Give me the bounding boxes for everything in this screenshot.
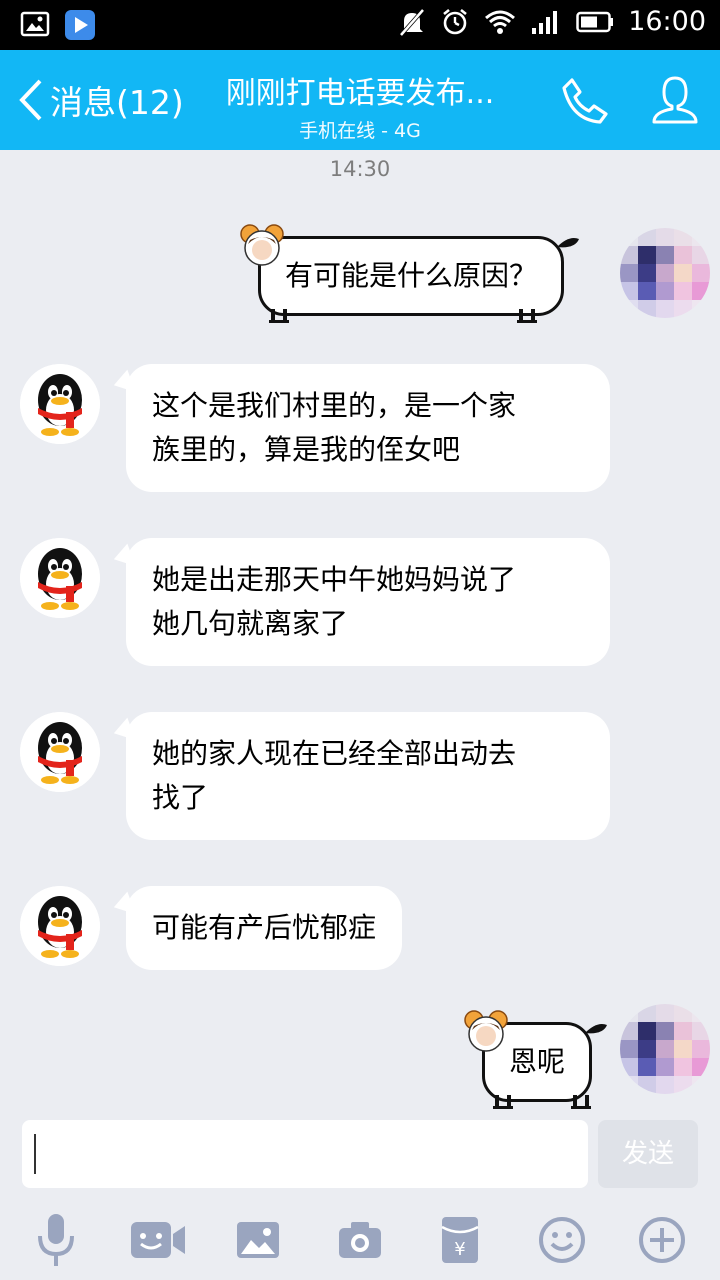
voice-button[interactable] xyxy=(26,1208,86,1272)
red-packet-icon: ¥ xyxy=(441,1217,479,1263)
incoming-message[interactable]: 她是出走那天中午她妈妈说了 她几句就离家了 xyxy=(126,538,610,666)
text-cursor xyxy=(34,1134,36,1174)
contact-info[interactable]: 刚刚打电话要发布... 手机在线 - 4G xyxy=(200,68,520,143)
video-icon xyxy=(131,1222,185,1258)
message-line: 可能有产后忧郁症 xyxy=(152,911,377,944)
video-button[interactable] xyxy=(128,1208,188,1272)
message-line: 这个是我们村里的，是一个家 xyxy=(152,389,517,422)
alarm-icon xyxy=(443,8,467,34)
plus-icon xyxy=(639,1217,685,1263)
clock: 16:00 xyxy=(628,6,706,37)
message-input[interactable] xyxy=(22,1120,588,1188)
camera-button[interactable] xyxy=(330,1208,390,1272)
gallery-notification-icon xyxy=(20,11,50,37)
message-line: 族里的，算是我的侄女吧 xyxy=(152,433,461,466)
message-text: 恩呢 xyxy=(509,1045,566,1078)
back-button[interactable]: 消息(12) xyxy=(18,78,184,122)
photo-button[interactable] xyxy=(228,1208,288,1272)
more-button[interactable] xyxy=(632,1208,692,1272)
incoming-message[interactable]: 可能有产后忧郁症 xyxy=(126,886,403,970)
wifi-icon xyxy=(485,10,516,34)
incoming-message[interactable]: 她的家人现在已经全部出动去 找了 xyxy=(126,712,610,840)
penguin-avatar[interactable] xyxy=(20,364,100,444)
online-status: 手机在线 - 4G xyxy=(299,120,421,142)
video-player-notification-icon xyxy=(65,10,95,40)
svg-text:¥: ¥ xyxy=(454,1239,465,1260)
penguin-avatar[interactable] xyxy=(20,886,100,966)
camera-icon xyxy=(339,1222,381,1258)
penguin-avatar[interactable] xyxy=(20,538,100,618)
contact-name: 刚刚打电话要发布... xyxy=(225,76,495,111)
my-avatar[interactable] xyxy=(620,1004,710,1094)
mute-icon xyxy=(399,8,425,36)
incoming-message[interactable]: 这个是我们村里的，是一个家 族里的，算是我的侄女吧 xyxy=(126,364,610,492)
bubble-ear-decoration xyxy=(585,1024,608,1034)
message-line: 她是出走那天中午她妈妈说了 xyxy=(152,563,517,596)
my-avatar[interactable] xyxy=(620,228,710,318)
chat-header: 消息(12) 刚刚打电话要发布... 手机在线 - 4G xyxy=(0,50,720,150)
message-line: 她几句就离家了 xyxy=(152,607,349,640)
phone-call-icon[interactable] xyxy=(560,76,610,126)
signal-icon xyxy=(532,10,558,34)
emoji-button[interactable] xyxy=(532,1208,592,1272)
bubble-legs-decoration xyxy=(269,309,537,323)
chevron-left-icon xyxy=(19,79,42,121)
emoji-icon xyxy=(539,1217,585,1263)
message-timestamp: 14:30 xyxy=(329,157,391,181)
message-line: 找了 xyxy=(152,781,209,814)
bubble-legs-decoration xyxy=(493,1095,591,1109)
input-toolbar: ¥ xyxy=(0,1208,720,1274)
back-label: 消息(12) xyxy=(50,83,184,122)
boy-sticker-icon xyxy=(240,224,284,266)
red-packet-button[interactable]: ¥ xyxy=(430,1208,490,1272)
boy-sticker-icon xyxy=(464,1010,508,1052)
message-line: 她的家人现在已经全部出动去 xyxy=(152,737,517,770)
penguin-avatar[interactable] xyxy=(20,712,100,792)
bubble-ear-decoration xyxy=(557,238,580,248)
status-bar: 16:00 xyxy=(0,0,720,50)
profile-icon[interactable] xyxy=(650,74,700,126)
outgoing-message[interactable]: 有可能是什么原因？ xyxy=(258,236,580,323)
message-text: 有可能是什么原因？ xyxy=(285,259,538,292)
microphone-icon xyxy=(38,1214,74,1266)
image-icon xyxy=(237,1222,279,1258)
send-button[interactable]: 发送 xyxy=(598,1120,698,1188)
battery-icon xyxy=(576,11,614,32)
